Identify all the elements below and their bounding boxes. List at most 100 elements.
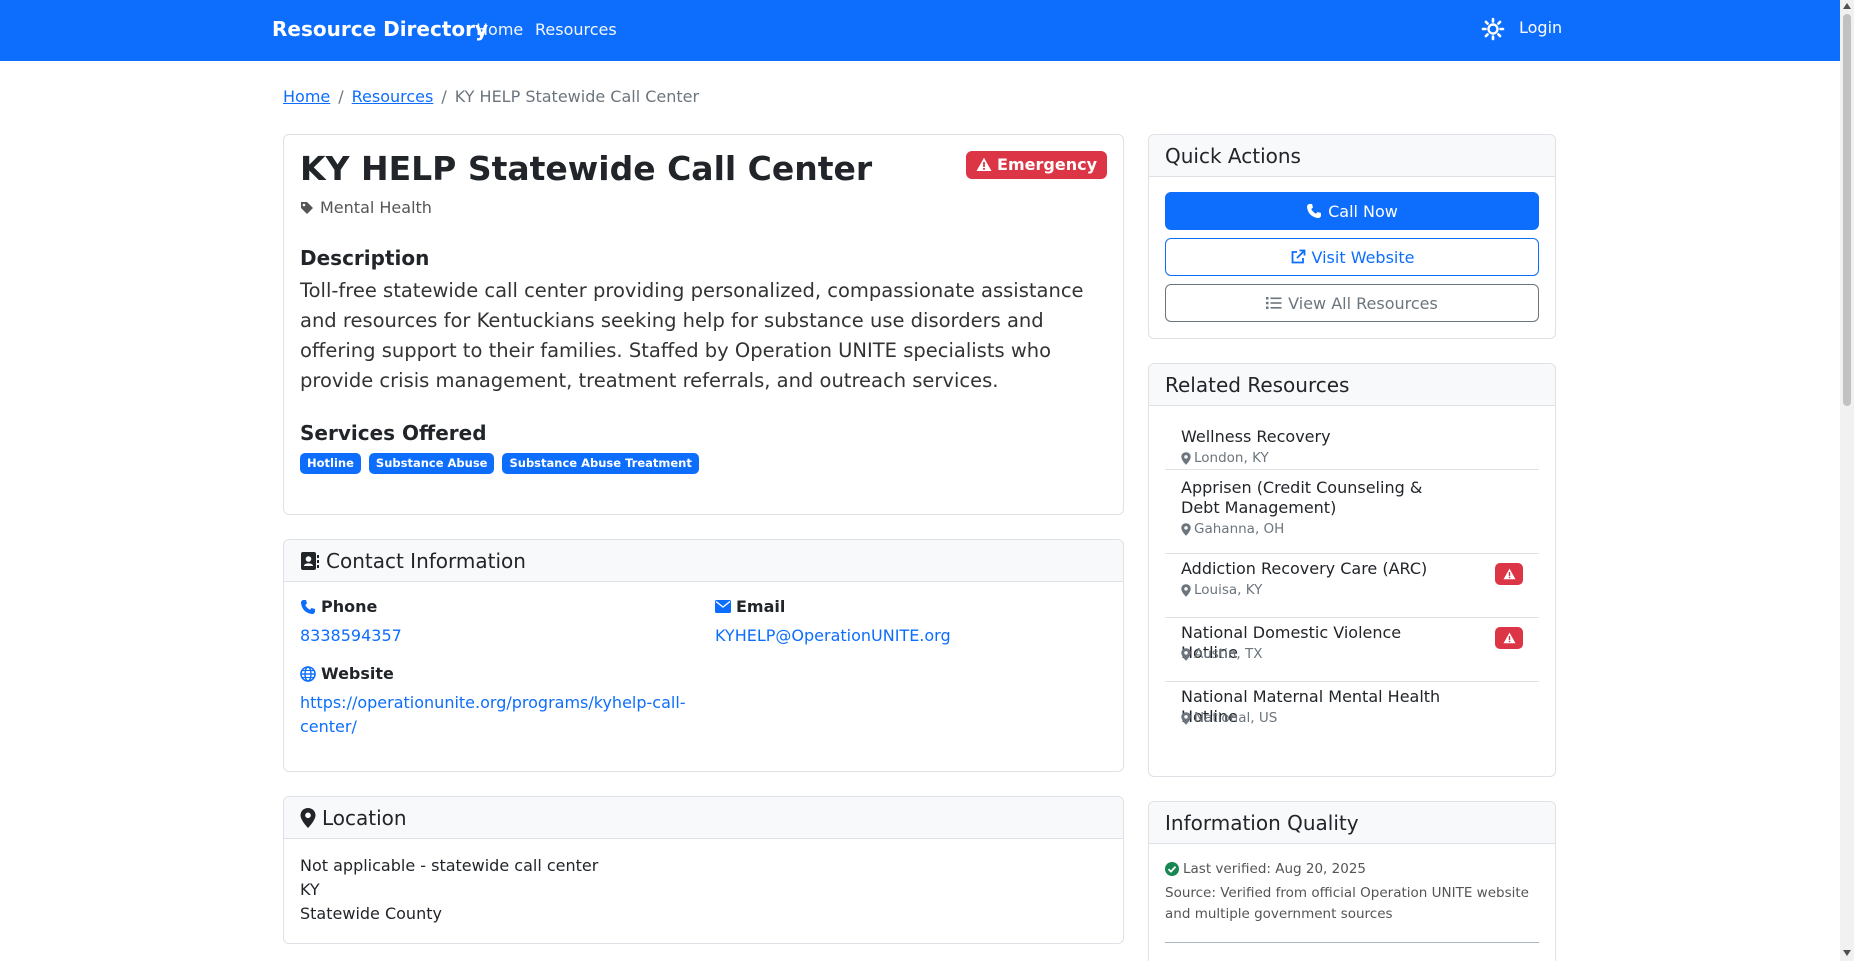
- top-navbar: Resource Directory Home Resources Login: [0, 0, 1840, 61]
- map-pin-icon: [1181, 451, 1191, 465]
- breadcrumb-separator: /: [338, 87, 344, 106]
- source-text: Source: Verified from official Operation…: [1165, 885, 1529, 922]
- warning-icon: [1503, 632, 1515, 644]
- warning-icon: [1503, 568, 1515, 580]
- related-emergency-badge: [1495, 627, 1523, 649]
- related-item-location-text: Gahanna, OH: [1194, 521, 1285, 537]
- website-link[interactable]: https://operationunite.org/programs/kyhe…: [300, 691, 686, 739]
- emergency-badge-label: Emergency: [997, 155, 1097, 174]
- email-label: Email: [715, 597, 785, 616]
- related-item[interactable]: National Maternal Mental Health Hotline …: [1165, 682, 1539, 746]
- warning-icon: [976, 157, 992, 171]
- contact-card: Contact Information Phone 8338594357 Ema…: [283, 539, 1124, 772]
- login-link[interactable]: Login: [1519, 18, 1562, 37]
- check-circle-icon: [1165, 862, 1179, 876]
- scroll-down-arrow[interactable]: [1843, 950, 1851, 956]
- related-item-location-text: Austin, TX: [1194, 646, 1263, 662]
- page-scrollbar[interactable]: [1840, 0, 1854, 961]
- related-resources-card: Related Resources Wellness Recovery Lond…: [1148, 363, 1556, 777]
- service-tag: Substance Abuse: [368, 453, 495, 474]
- list-icon: [1266, 297, 1282, 309]
- related-item-name[interactable]: Addiction Recovery Care (ARC): [1181, 559, 1451, 579]
- related-emergency-badge: [1495, 563, 1523, 585]
- website-label-text: Website: [321, 664, 394, 683]
- category-tag: Mental Health: [300, 198, 432, 217]
- visit-website-label: Visit Website: [1311, 247, 1415, 267]
- phone-label: Phone: [300, 597, 377, 616]
- breadcrumb-current: KY HELP Statewide Call Center: [454, 87, 700, 106]
- page-title: KY HELP Statewide Call Center: [300, 149, 873, 188]
- location-line: Not applicable - statewide call center: [300, 856, 599, 875]
- location-line: Statewide County: [300, 904, 442, 923]
- location-card-header: Location: [284, 797, 1123, 839]
- phone-link[interactable]: 8338594357: [300, 624, 402, 648]
- service-tag: Substance Abuse Treatment: [502, 453, 699, 474]
- map-pin-icon: [300, 807, 316, 828]
- breadcrumb: Home / Resources / KY HELP Statewide Call Ce…: [283, 87, 699, 106]
- breadcrumb-separator: /: [441, 87, 447, 106]
- navbar-brand[interactable]: Resource Directory: [272, 17, 488, 41]
- verified-text: Last verified: Aug 20, 2025: [1183, 861, 1366, 877]
- contact-heading: Contact Information: [326, 548, 526, 573]
- related-item[interactable]: Addiction Recovery Care (ARC) Louisa, KY: [1165, 554, 1539, 618]
- phone-label-text: Phone: [321, 597, 378, 616]
- map-pin-icon: [1181, 583, 1191, 597]
- service-tag: Hotline: [300, 453, 361, 474]
- related-item-location: London, KY: [1181, 450, 1269, 466]
- email-link[interactable]: KYHELP@OperationUNITE.org: [715, 624, 951, 648]
- related-item-location: Austin, TX: [1181, 646, 1263, 662]
- related-item-location: Louisa, KY: [1181, 582, 1262, 598]
- view-all-resources-button[interactable]: View All Resources: [1165, 284, 1539, 322]
- map-pin-icon: [1181, 647, 1191, 661]
- email-label-text: Email: [736, 597, 786, 616]
- map-pin-icon: [1181, 522, 1191, 536]
- phone-icon: [301, 599, 315, 614]
- nav-link-home[interactable]: Home: [476, 20, 523, 39]
- services-heading: Services Offered: [300, 421, 487, 445]
- related-item-location: National, US: [1181, 710, 1277, 726]
- related-item-name[interactable]: Wellness Recovery: [1181, 427, 1451, 447]
- call-now-label: Call Now: [1328, 201, 1398, 221]
- services-tags: Hotline Substance Abuse Substance Abuse …: [300, 453, 699, 474]
- contact-card-icon: [301, 551, 319, 570]
- view-all-resources-label: View All Resources: [1288, 293, 1438, 313]
- location-line: KY: [300, 880, 320, 899]
- related-item-location-text: National, US: [1194, 710, 1278, 726]
- divider: [1165, 942, 1539, 943]
- breadcrumb-resources[interactable]: Resources: [352, 87, 434, 106]
- theme-toggle-icon[interactable]: [1481, 17, 1505, 41]
- location-heading: Location: [322, 805, 407, 830]
- scroll-up-arrow[interactable]: [1843, 3, 1851, 9]
- external-link-icon: [1291, 249, 1305, 264]
- nav-link-resources[interactable]: Resources: [535, 20, 617, 39]
- related-item-location: Gahanna, OH: [1181, 521, 1284, 537]
- information-quality-heading: Information Quality: [1165, 810, 1359, 835]
- information-quality-card: Information Quality Last verified: Aug 2…: [1148, 801, 1556, 961]
- description-text: Toll-free statewide call center providin…: [300, 279, 1084, 392]
- related-item[interactable]: Wellness Recovery London, KY: [1165, 406, 1539, 470]
- description-heading: Description: [300, 246, 430, 270]
- related-item-location-text: London, KY: [1194, 450, 1269, 466]
- map-pin-icon: [1181, 711, 1191, 725]
- website-link-line1: https://operationunite.org/programs/kyhe…: [300, 693, 686, 712]
- quick-actions-heading: Quick Actions: [1165, 143, 1301, 168]
- category-label: Mental Health: [320, 198, 432, 217]
- globe-icon: [300, 665, 316, 682]
- quick-actions-header: Quick Actions: [1149, 135, 1555, 177]
- related-item[interactable]: Apprisen (Credit Counseling & Debt Manag…: [1165, 470, 1539, 554]
- related-resources-heading: Related Resources: [1165, 372, 1350, 397]
- verified-status: Last verified: Aug 20, 2025: [1165, 861, 1366, 877]
- breadcrumb-home[interactable]: Home: [283, 87, 330, 106]
- location-card: Location Not applicable - statewide call…: [283, 796, 1124, 944]
- emergency-badge: Emergency: [966, 151, 1107, 179]
- related-item[interactable]: National Domestic Violence Hotline Austi…: [1165, 618, 1539, 682]
- related-item-location-text: Louisa, KY: [1194, 582, 1263, 598]
- related-item-name[interactable]: Apprisen (Credit Counseling & Debt Manag…: [1181, 478, 1451, 518]
- call-now-button[interactable]: Call Now: [1165, 192, 1539, 230]
- scroll-thumb[interactable]: [1843, 14, 1851, 406]
- information-quality-header: Information Quality: [1149, 802, 1555, 844]
- related-resources-header: Related Resources: [1149, 364, 1555, 406]
- phone-icon: [1307, 204, 1322, 218]
- contact-card-header: Contact Information: [284, 540, 1123, 582]
- visit-website-button[interactable]: Visit Website: [1165, 238, 1539, 276]
